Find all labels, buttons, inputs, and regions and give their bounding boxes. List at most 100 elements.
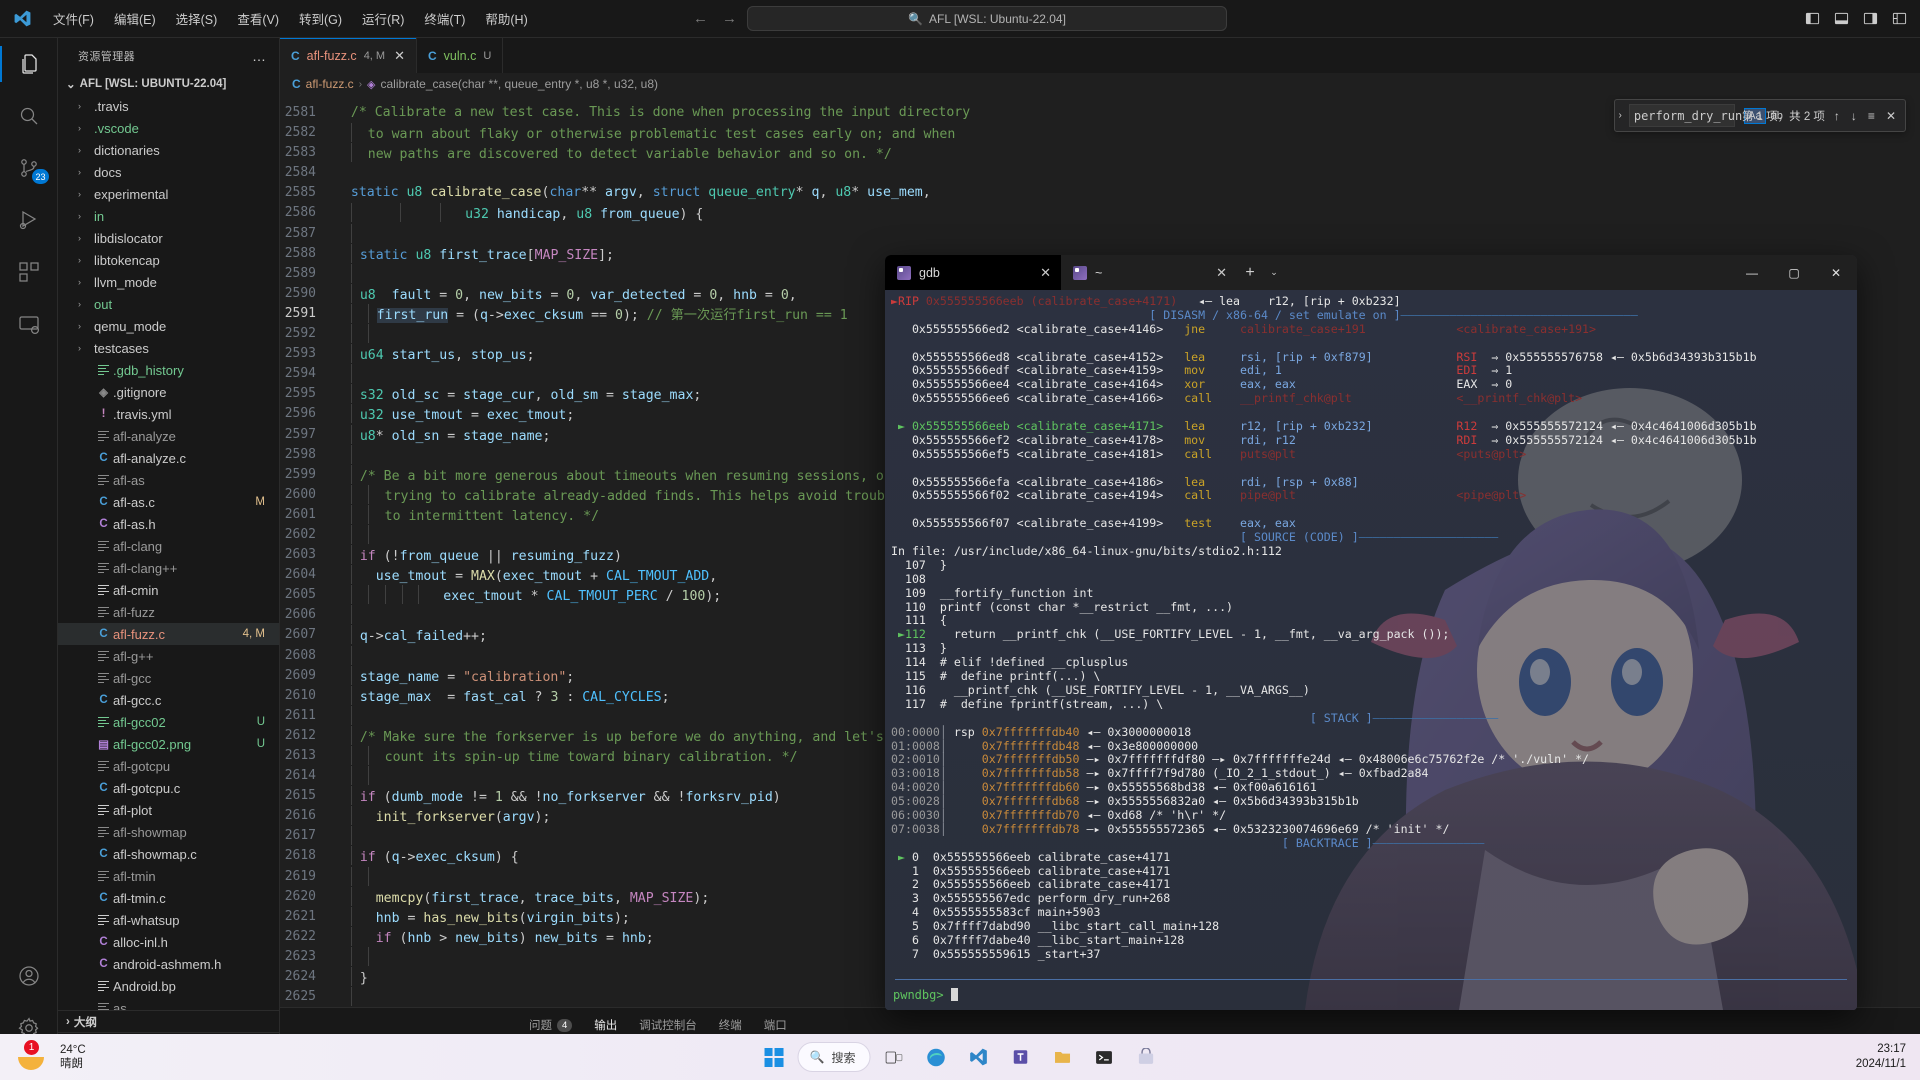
editor-tab-close-icon[interactable]: ✕ [394,48,405,64]
app-store[interactable] [1128,1039,1164,1075]
breadcrumb[interactable]: C afl-fuzz.c › ◈ calibrate_case(char **,… [280,73,1920,95]
find-select-all-button[interactable]: ≡ [1866,109,1877,123]
accounts-button[interactable] [0,950,58,1002]
terminal-dropdown-icon[interactable]: ⌄ [1263,255,1285,290]
toggle-primary-sidebar-icon[interactable] [1799,7,1825,31]
start-button[interactable] [756,1039,792,1075]
tree-folder-.travis[interactable]: › .travis [58,95,279,117]
tree-file-afl-fuzz.c[interactable]: Cafl-fuzz.c 4, M [58,623,279,645]
sidebar-item-remote-explorer[interactable] [0,298,58,350]
tree-folder-dictionaries[interactable]: › dictionaries [58,139,279,161]
find-input[interactable]: perform_dry_run Aa ab .* [1628,104,1799,127]
tree-file-afl-as[interactable]: afl-as [58,469,279,491]
taskbar-search[interactable]: 🔍 搜索 [797,1042,871,1072]
panel-tab-问题[interactable]: 问题 4 [518,1008,583,1033]
panel-tab-终端[interactable]: 终端 [708,1008,753,1033]
task-view-button[interactable] [876,1039,912,1075]
menu-5[interactable]: 运行(R) [353,6,413,31]
close-button[interactable]: ✕ [1815,255,1857,290]
tree-folder-.vscode[interactable]: › .vscode [58,117,279,139]
tree-folder-experimental[interactable]: › experimental [58,183,279,205]
code-line[interactable]: 2587 [280,223,1920,244]
tree-file-afl-clang++[interactable]: afl-clang++ [58,557,279,579]
tree-file-afl-as.h[interactable]: Cafl-as.h [58,513,279,535]
tree-folder-out[interactable]: › out [58,293,279,315]
tree-file-afl-plot[interactable]: afl-plot [58,799,279,821]
new-terminal-tab-button[interactable]: + [1237,255,1263,290]
menu-2[interactable]: 选择(S) [167,6,227,31]
chevron-right-icon[interactable]: › [1619,110,1622,121]
terminal-tab-bar[interactable]: gdb ✕ ~ ✕ + ⌄ — ▢ ✕ [885,255,1857,290]
tree-file-Android.bp[interactable]: Android.bp [58,975,279,997]
app-edge[interactable] [918,1039,954,1075]
command-center[interactable]: 🔍 AFL [WSL: Ubuntu-22.04] [747,6,1227,31]
tree-file-afl-gcc02.png[interactable]: ▤ afl-gcc02.png U [58,733,279,755]
terminal-body[interactable]: ►RIP 0x555555566eeb (calibrate_case+4171… [885,290,1857,1010]
sidebar-item-extensions[interactable] [0,246,58,298]
minimize-button[interactable]: — [1731,255,1773,290]
menu-0[interactable]: 文件(F) [44,6,103,31]
terminal-tab-close-icon[interactable]: ✕ [1216,265,1227,281]
tree-file-.travis.yml[interactable]: ! .travis.yml [58,403,279,425]
tree-file-afl-analyze[interactable]: afl-analyze [58,425,279,447]
terminal-prompt[interactable]: pwndbg> [893,988,958,1002]
forward-icon[interactable]: → [722,10,737,27]
tree-file-afl-showmap[interactable]: afl-showmap [58,821,279,843]
app-vscode[interactable] [960,1039,996,1075]
taskbar-clock[interactable]: 23:17 2024/11/1 [1856,1042,1906,1072]
app-terminal[interactable] [1086,1039,1122,1075]
sidebar-item-run-debug[interactable] [0,194,58,246]
taskbar-apps[interactable]: 🔍 搜索 [756,1039,1165,1075]
tree-file-afl-showmap.c[interactable]: Cafl-showmap.c [58,843,279,865]
nav-buttons[interactable]: ← → [693,10,737,27]
tree-file-android-ashmem.h[interactable]: Candroid-ashmem.h [58,953,279,975]
tree-file-afl-gotcpu.c[interactable]: Cafl-gotcpu.c [58,777,279,799]
menu-bar[interactable]: 文件(F) 编辑(E) 选择(S) 查看(V) 转到(G) 运行(R) 终端(T) 帮助(H) [44,6,537,31]
menu-7[interactable]: 帮助(H) [476,6,536,31]
workspace-root-folder[interactable]: ⌄ AFL [WSL: UBUNTU-22.04] [58,73,279,95]
app-file-explorer[interactable] [1044,1039,1080,1075]
sidebar-section-0[interactable]: › 大纲 [58,1010,279,1032]
explorer-more-actions[interactable]: … [252,48,267,64]
editor-tab-vuln.c[interactable]: Cvuln.c U [417,38,504,73]
code-line[interactable]: 2586 u32 handicap, u8 from_queue) { [280,203,1920,223]
tree-file-afl-gcc.c[interactable]: Cafl-gcc.c [58,689,279,711]
panel-tab-调试控制台[interactable]: 调试控制台 [628,1008,708,1033]
editor-tab-afl-fuzz.c[interactable]: Cafl-fuzz.c 4, M ✕ [280,38,417,73]
sidebar-item-explorer[interactable] [0,38,58,90]
breadcrumb-symbol[interactable]: calibrate_case(char **, queue_entry *, u… [381,77,659,91]
menu-1[interactable]: 编辑(E) [105,6,165,31]
panel-tab-端口[interactable]: 端口 [753,1008,798,1033]
sidebar-item-search[interactable] [0,90,58,142]
tree-folder-docs[interactable]: › docs [58,161,279,183]
file-tree[interactable]: › .travis › .vscode › dictionaries › docs › exper… [58,95,279,1010]
layout-controls[interactable] [1799,7,1912,31]
tree-file-alloc-inl.h[interactable]: Calloc-inl.h [58,931,279,953]
tree-file-afl-cmin[interactable]: afl-cmin [58,579,279,601]
customize-layout-icon[interactable] [1886,7,1912,31]
tree-file-afl-tmin[interactable]: afl-tmin [58,865,279,887]
tree-file-afl-tmin.c[interactable]: Cafl-tmin.c [58,887,279,909]
maximize-button[interactable]: ▢ [1773,255,1815,290]
terminal-tab-close-icon[interactable]: ✕ [1040,265,1051,281]
find-previous-button[interactable]: ↑ [1832,109,1842,123]
tree-file-afl-whatsup[interactable]: afl-whatsup [58,909,279,931]
toggle-secondary-sidebar-icon[interactable] [1857,7,1883,31]
menu-4[interactable]: 转到(G) [290,6,351,31]
terminal-tab-gdb[interactable]: gdb ✕ [885,255,1061,290]
window-controls[interactable]: — ▢ ✕ [1731,255,1857,290]
tree-folder-testcases[interactable]: › testcases [58,337,279,359]
back-icon[interactable]: ← [693,10,708,27]
tree-folder-llvm_mode[interactable]: › llvm_mode [58,271,279,293]
editor-tabs[interactable]: Cafl-fuzz.c 4, M ✕ Cvuln.c U [280,38,1920,73]
tree-file-.gdb_history[interactable]: .gdb_history [58,359,279,381]
tree-file-afl-as.c[interactable]: Cafl-as.c M [58,491,279,513]
tree-folder-in[interactable]: › in [58,205,279,227]
sidebar-item-source-control[interactable]: 23 [0,142,58,194]
tree-folder-qemu_mode[interactable]: › qemu_mode [58,315,279,337]
tree-file-afl-gcc[interactable]: afl-gcc [58,667,279,689]
terminal-tab-home[interactable]: ~ ✕ [1061,255,1237,290]
tree-file-afl-gcc02[interactable]: afl-gcc02 U [58,711,279,733]
menu-6[interactable]: 终端(T) [415,6,474,31]
code-line[interactable]: 2585 static u8 calibrate_case(char** arg… [280,183,1920,203]
